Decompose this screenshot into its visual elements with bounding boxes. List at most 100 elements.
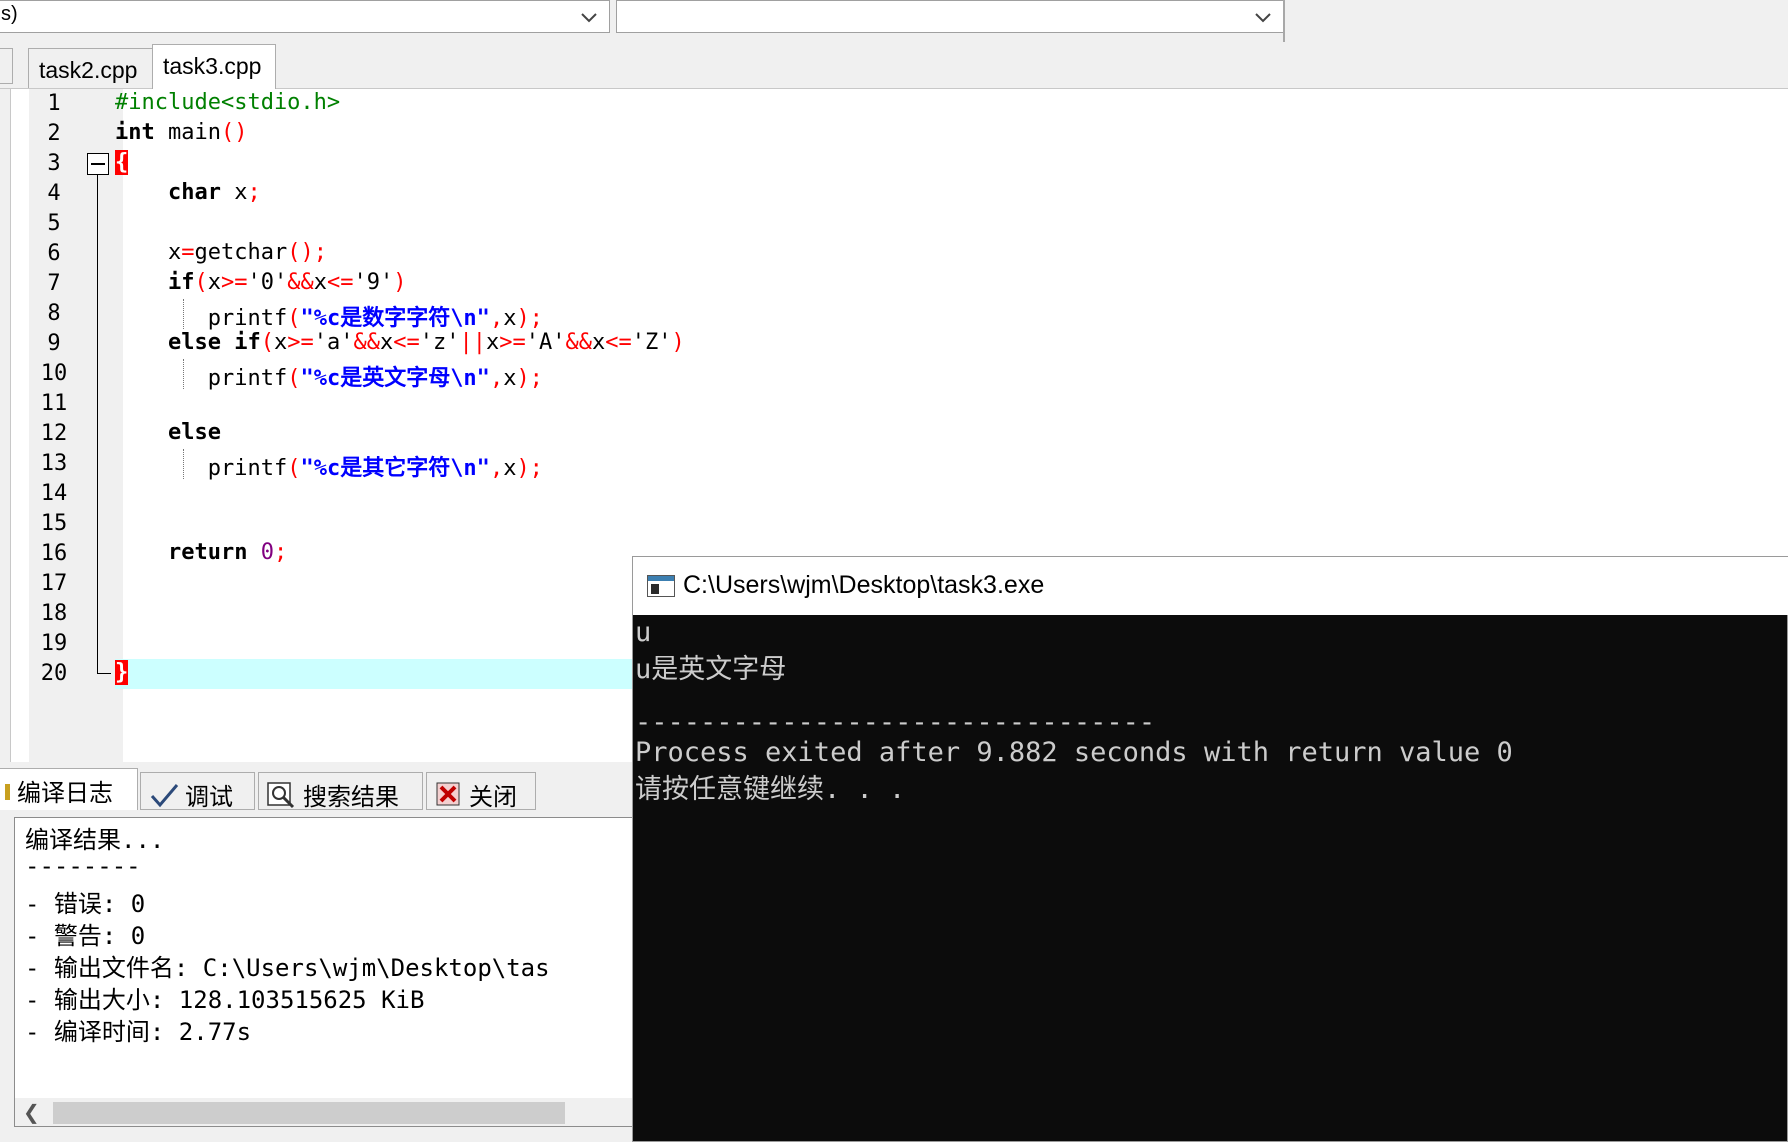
line-number: 20 <box>40 661 68 686</box>
indent-guide <box>183 359 184 389</box>
line-number: 8 <box>47 301 61 326</box>
chevron-down-icon <box>581 13 597 23</box>
close-icon <box>435 781 463 815</box>
code-line: 9 else if(x>='a'&&x<='z'||x>='A'&&x<='Z'… <box>11 329 1788 359</box>
line-number: 12 <box>40 421 68 446</box>
line-number: 19 <box>40 631 68 656</box>
tab-task2-cpp[interactable]: task2.cpp <box>28 48 153 88</box>
console-line: u <box>635 617 652 648</box>
toolbar-strip: s) <box>0 0 1290 44</box>
code-text: else if(x>='a'&&x<='z'||x>='A'&&x<='Z') <box>167 330 685 355</box>
code-text: { <box>115 150 129 175</box>
code-line: 2 int main() <box>11 119 1788 149</box>
code-line: 3 { <box>11 149 1788 179</box>
fold-collapse-icon[interactable] <box>87 153 109 175</box>
code-text: printf("%c是数字字符\n",x); <box>207 306 543 331</box>
compile-log-output[interactable]: 编译结果... -------- - 错误: 0 - 警告: 0 - 输出文件名… <box>14 817 640 1127</box>
code-text: else <box>167 420 221 445</box>
code-text: if(x>='0'&&x<='9') <box>167 270 407 295</box>
tab-label: task2.cpp <box>39 57 138 83</box>
indent-guide <box>183 449 184 479</box>
line-number: 14 <box>40 481 68 506</box>
search-icon <box>267 781 297 815</box>
file-tab-row: task2.cpp task3.cpp <box>0 42 1788 89</box>
code-line: 8 printf("%c是数字字符\n",x); <box>11 299 1788 331</box>
toolbar-edge <box>1283 0 1285 42</box>
scrollbar-thumb[interactable] <box>53 1102 565 1124</box>
code-text: } <box>115 660 129 685</box>
log-line: - 编译时间: 2.77s <box>25 1018 252 1046</box>
console-window[interactable]: C:\Users\wjm\Desktop\task3.exe u u是英文字母 … <box>632 556 1788 1142</box>
code-text: return 0; <box>167 540 288 565</box>
code-text: printf("%c是其它字符\n",x); <box>207 456 543 481</box>
code-text: #include<stdio.h> <box>115 90 341 115</box>
log-line: 编译结果... <box>25 826 165 854</box>
line-number: 3 <box>47 151 61 176</box>
tab-debug[interactable]: 调试 <box>140 772 255 811</box>
line-number: 11 <box>40 391 68 416</box>
code-line: 10 printf("%c是英文字母\n",x); <box>11 359 1788 391</box>
line-number: 5 <box>47 211 61 236</box>
tab-label: task3.cpp <box>163 53 262 79</box>
line-number: 4 <box>47 181 61 206</box>
scope-dropdown[interactable]: s) <box>0 0 610 33</box>
code-line: 1 #include<stdio.h> <box>11 89 1788 119</box>
code-line: 13 printf("%c是其它字符\n",x); <box>11 449 1788 481</box>
scroll-left-icon[interactable]: ❮ <box>23 1100 40 1124</box>
bottom-panel: 编译日志 调试 搜索结果 关闭 编译结果... -------- - 错误: 0… <box>0 762 640 1142</box>
code-text: printf("%c是英文字母\n",x); <box>207 366 543 391</box>
console-title: C:\Users\wjm\Desktop\task3.exe <box>683 571 1045 599</box>
console-line: 请按任意键继续. . . <box>635 774 906 805</box>
tab-label: 调试 <box>185 783 233 811</box>
tab-compile-log[interactable]: 编译日志 <box>0 768 138 810</box>
tab-label: 搜索结果 <box>303 783 399 811</box>
line-number: 13 <box>40 451 68 476</box>
code-line: 4 char x; <box>11 179 1788 209</box>
fold-line <box>97 175 98 673</box>
log-line: - 错误: 0 <box>25 890 146 918</box>
fold-end <box>97 673 111 674</box>
check-icon <box>149 782 179 814</box>
tab-label: 编译日志 <box>17 779 113 807</box>
line-number: 16 <box>40 541 68 566</box>
log-line: - 输出大小: 128.103515625 KiB <box>25 986 425 1014</box>
compile-log-icon <box>5 780 11 808</box>
tab-close[interactable]: 关闭 <box>426 772 536 811</box>
log-line: - 警告: 0 <box>25 922 146 950</box>
current-line-highlight <box>115 659 645 689</box>
code-text: char x; <box>167 180 261 205</box>
tab-task3-cpp[interactable]: task3.cpp <box>152 44 276 89</box>
tab-scroll-stub[interactable] <box>0 48 13 84</box>
line-number: 2 <box>47 121 61 146</box>
console-line: -------------------------------- <box>635 707 1156 738</box>
horizontal-scrollbar[interactable]: ❮ <box>15 1098 639 1126</box>
tab-label: 关闭 <box>469 783 517 811</box>
console-line: Process exited after 9.882 seconds with … <box>635 737 1513 768</box>
symbol-dropdown[interactable] <box>616 0 1284 33</box>
line-number: 17 <box>40 571 68 596</box>
tab-search-results[interactable]: 搜索结果 <box>258 772 423 811</box>
console-app-icon <box>647 575 675 597</box>
code-line: 11 <box>11 389 1788 419</box>
line-number: 18 <box>40 601 68 626</box>
code-line: 12 else <box>11 419 1788 449</box>
code-line: 5 <box>11 209 1788 239</box>
scope-dropdown-value: s) <box>1 3 18 25</box>
line-number: 9 <box>47 331 61 356</box>
indent-guide <box>183 299 184 329</box>
code-text: x=getchar(); <box>167 240 327 265</box>
line-number: 15 <box>40 511 68 536</box>
line-number: 1 <box>47 91 61 116</box>
log-line: -------- <box>25 852 141 880</box>
chevron-down-icon <box>1255 13 1271 23</box>
code-line: 15 <box>11 509 1788 539</box>
line-number: 7 <box>47 271 61 296</box>
code-text: int main() <box>115 120 248 145</box>
line-number: 10 <box>40 361 68 386</box>
line-number: 6 <box>47 241 61 266</box>
code-line: 7 if(x>='0'&&x<='9') <box>11 269 1788 299</box>
console-line: u是英文字母 <box>635 654 787 685</box>
console-title-bar[interactable]: C:\Users\wjm\Desktop\task3.exe <box>633 557 1788 615</box>
log-line: - 输出文件名: C:\Users\wjm\Desktop\tas <box>25 954 550 982</box>
code-line: 14 <box>11 479 1788 509</box>
